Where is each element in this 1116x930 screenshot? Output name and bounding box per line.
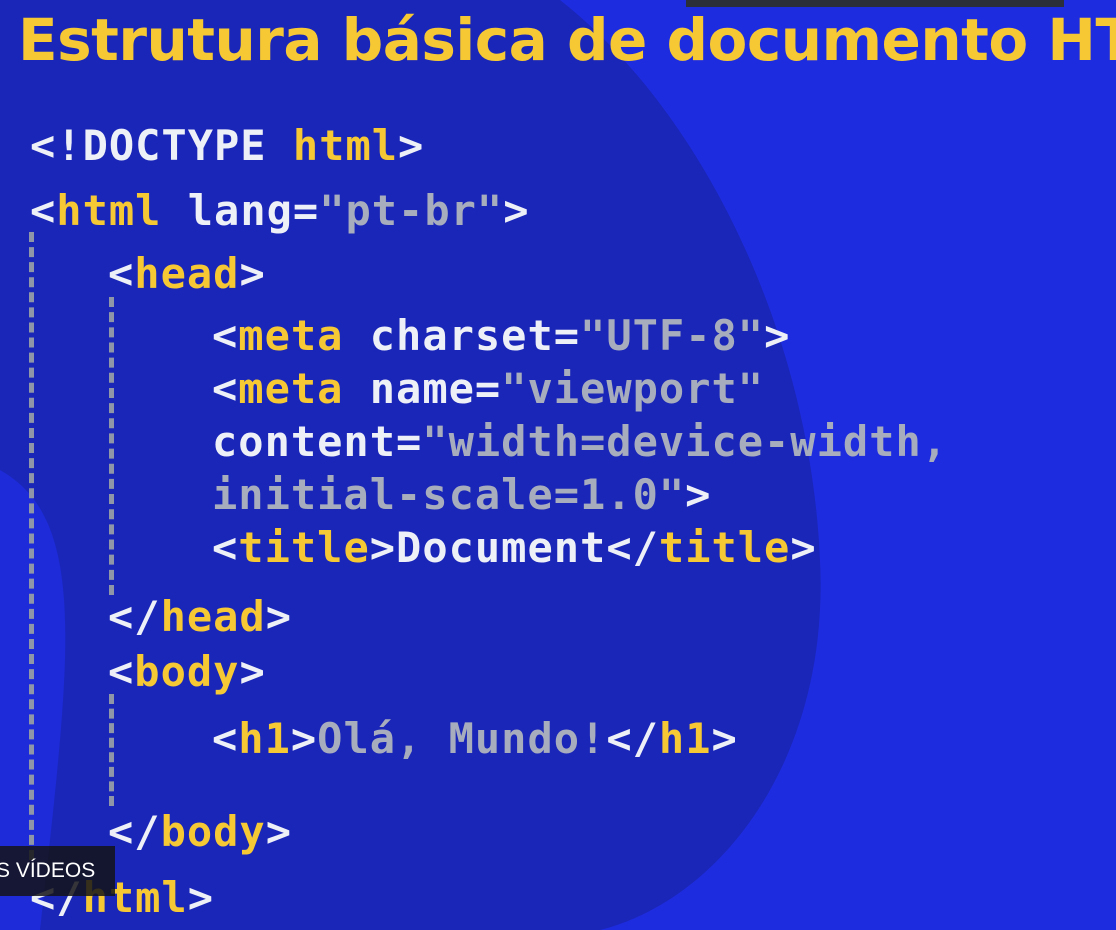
- code-line-title: <title>Document</title>: [212, 522, 817, 574]
- code-punctuation: [161, 186, 187, 235]
- videos-caption-overlay: S VÍDEOS: [0, 846, 115, 896]
- code-line-html-open: <html lang="pt-br">: [30, 185, 530, 237]
- code-punctuation: >: [503, 186, 530, 235]
- code-punctuation: >: [239, 647, 266, 696]
- code-punctuation: </: [108, 592, 161, 641]
- code-punctuation: >: [239, 249, 266, 298]
- body-indent-guide: [109, 694, 114, 806]
- code-punctuation: [343, 311, 369, 360]
- code-line-meta-content: content="width=device-width,: [212, 416, 948, 468]
- code-string-value: "width=device-width,: [422, 417, 949, 466]
- code-punctuation: <: [212, 714, 239, 763]
- code-punctuation: >: [790, 523, 817, 572]
- code-attribute: charset=: [369, 311, 581, 360]
- code-string-value: "UTF-8": [580, 311, 765, 360]
- code-line-doctype: <!DOCTYPE html>: [30, 120, 424, 172]
- code-punctuation: >: [685, 470, 712, 519]
- code-punctuation: <: [30, 186, 57, 235]
- code-punctuation: <: [212, 523, 239, 572]
- code-punctuation: <: [212, 364, 239, 413]
- code-string-value: Olá, Mundo!: [317, 714, 607, 763]
- code-punctuation: </: [606, 714, 659, 763]
- code-tag-name: body: [160, 807, 266, 856]
- code-punctuation: <: [108, 647, 135, 696]
- code-tag-name: html: [292, 121, 399, 170]
- code-line-head-open: <head>: [108, 248, 266, 300]
- code-punctuation: >: [265, 807, 293, 856]
- code-line-h1: <h1>Olá, Mundo!</h1>: [212, 713, 738, 765]
- code-line-meta-viewport: <meta name="viewport": [212, 363, 764, 415]
- code-tag-name: meta: [238, 364, 344, 413]
- code-punctuation: </: [108, 807, 161, 856]
- code-tag-name: body: [134, 647, 240, 696]
- code-line-body-open: <body>: [108, 646, 266, 698]
- code-tag-name: h1: [658, 714, 712, 763]
- code-punctuation: >: [764, 311, 791, 360]
- code-string-value: "pt-br": [319, 186, 504, 235]
- code-tag-name: h1: [238, 714, 291, 763]
- code-attribute: name=: [369, 364, 502, 413]
- code-line-head-close: </head>: [108, 591, 292, 643]
- code-punctuation: >: [369, 523, 397, 572]
- video-progress-bar: [686, 0, 1064, 7]
- code-punctuation: >: [711, 714, 738, 763]
- code-string-value: initial-scale=1.0": [212, 470, 686, 519]
- code-attribute: lang=: [187, 186, 320, 235]
- code-line-body-close: </body>: [108, 806, 292, 858]
- code-punctuation: <!DOCTYPE: [30, 121, 293, 170]
- code-punctuation: </: [606, 523, 659, 572]
- code-punctuation: <: [108, 249, 135, 298]
- code-tag-name: title: [238, 523, 370, 572]
- code-tag-name: html: [56, 186, 162, 235]
- head-indent-guide: [109, 297, 114, 595]
- code-tag-name: title: [658, 523, 791, 572]
- code-attribute: content=: [212, 417, 423, 466]
- code-tag-name: head: [134, 249, 240, 298]
- code-punctuation: >: [187, 873, 215, 922]
- code-line-meta-initial-scale: initial-scale=1.0">: [212, 469, 711, 521]
- code-punctuation: >: [265, 592, 293, 641]
- html-indent-guide: [29, 232, 34, 860]
- code-tag-name: meta: [238, 311, 344, 360]
- code-punctuation: [343, 364, 369, 413]
- code-string-value: "viewport": [501, 364, 765, 413]
- code-tag-name: head: [160, 592, 266, 641]
- code-text-content: Document: [396, 523, 607, 572]
- slide-title: Estrutura básica de documento HT: [18, 6, 1116, 74]
- code-punctuation: >: [398, 121, 425, 170]
- code-punctuation: >: [290, 714, 318, 763]
- code-punctuation: <: [212, 311, 239, 360]
- code-line-meta-charset: <meta charset="UTF-8">: [212, 310, 790, 362]
